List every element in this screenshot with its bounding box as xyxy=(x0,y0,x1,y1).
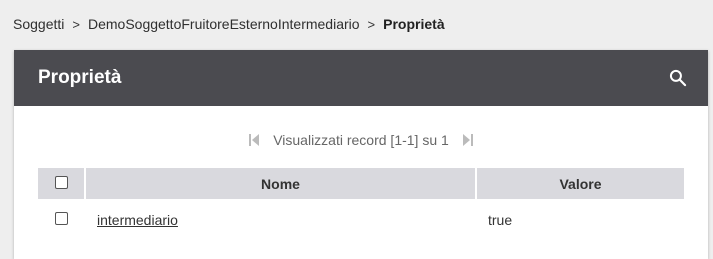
cell-name: intermediario xyxy=(85,199,476,240)
breadcrumb-current: Proprietà xyxy=(383,16,445,32)
search-button[interactable] xyxy=(666,66,690,90)
breadcrumb-item-soggetti[interactable]: Soggetti xyxy=(13,16,64,32)
row-select-cell xyxy=(38,199,85,240)
first-page-button[interactable] xyxy=(249,134,260,146)
first-page-icon xyxy=(249,134,260,146)
column-header-nome[interactable]: Nome xyxy=(85,168,477,199)
breadcrumb: Soggetti > DemoSoggettoFruitoreEsternoIn… xyxy=(13,14,445,34)
last-page-icon xyxy=(462,134,473,146)
pager: Visualizzati record [1-1] su 1 xyxy=(14,132,708,148)
search-icon xyxy=(669,69,687,87)
table-row: intermediario true xyxy=(38,199,684,240)
panel-header: Proprietà xyxy=(14,50,708,106)
breadcrumb-item-soggetto[interactable]: DemoSoggettoFruitoreEsternoIntermediario xyxy=(88,16,360,32)
last-page-button[interactable] xyxy=(462,134,473,146)
row-checkbox[interactable] xyxy=(55,211,68,225)
table-header-row: Nome Valore xyxy=(38,168,684,199)
breadcrumb-separator: > xyxy=(367,16,376,32)
pager-status: Visualizzati record [1-1] su 1 xyxy=(273,132,449,148)
properties-panel: Proprietà Visualizzati record [1-1] su 1 xyxy=(14,50,708,259)
column-header-valore[interactable]: Valore xyxy=(476,168,684,199)
breadcrumb-separator: > xyxy=(72,16,80,32)
select-all-checkbox[interactable] xyxy=(54,175,68,189)
property-name-link[interactable]: intermediario xyxy=(97,212,178,228)
panel-title: Proprietà xyxy=(38,67,122,88)
cell-value: true xyxy=(488,211,513,228)
properties-table: Nome Valore intermediario true xyxy=(38,168,684,240)
select-all-header xyxy=(38,168,86,199)
